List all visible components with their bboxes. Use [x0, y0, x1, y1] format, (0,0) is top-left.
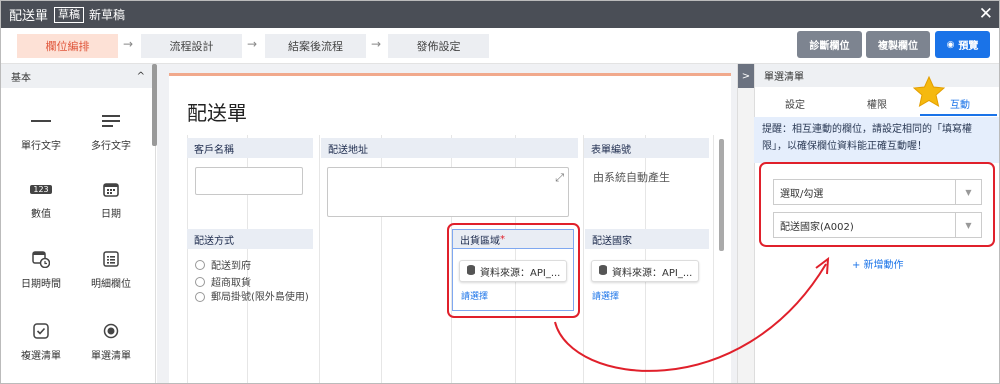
- tab-interaction[interactable]: 互動: [950, 96, 970, 111]
- step-arrow-icon: →: [123, 37, 134, 51]
- field-label-delivery-method[interactable]: 配送方式: [187, 229, 313, 249]
- highlight-box-action: [759, 162, 995, 247]
- radio-icon: [81, 321, 141, 341]
- step-publish-settings[interactable]: 發佈設定: [388, 34, 489, 58]
- widget-label: 明細欄位: [91, 279, 131, 290]
- number-icon: 123: [11, 179, 71, 199]
- widget-label: 多行文字: [91, 141, 131, 152]
- address-textarea[interactable]: ⤢: [327, 167, 569, 217]
- field-label-address[interactable]: 配送地址: [321, 138, 578, 158]
- radio-option[interactable]: 郵局掛號(限外島使用): [195, 291, 311, 305]
- radio-label: 郵局掛號(限外島使用): [211, 292, 309, 303]
- reminder-note: 提醒：相互連動的欄位，請設定相同的「填寫權限」，以確保欄位資料能正確互動喔！: [754, 117, 999, 163]
- widget-radio-list[interactable]: 單選清單: [81, 321, 141, 362]
- draft-name: 新草稿: [89, 8, 126, 22]
- panel-title: 單選清單: [755, 64, 999, 87]
- widget-checkbox-list[interactable]: 複選清單: [11, 321, 71, 362]
- app-window: 配送單 草稿 新草稿 ✕ 欄位編排 → 流程設計 → 結案後流程 → 發佈設定 …: [0, 0, 1000, 384]
- step-arrow-icon: →: [247, 37, 258, 51]
- chevron-right-icon[interactable]: >: [738, 64, 754, 88]
- grid-line: [187, 135, 188, 383]
- widget-multi-line-text[interactable]: 多行文字: [81, 111, 141, 152]
- section-title: 基本: [11, 72, 31, 84]
- radio-label: 超商取貨: [211, 278, 251, 289]
- form-number-value: 由系統自動產生: [593, 171, 670, 184]
- widget-detail-field[interactable]: 明細欄位: [81, 249, 141, 290]
- widget-label: 複選清單: [21, 351, 61, 362]
- widget-label: 數值: [31, 209, 51, 220]
- step-post-close-flow[interactable]: 結案後流程: [265, 34, 366, 58]
- step-field-layout[interactable]: 欄位編排: [17, 34, 118, 58]
- step-arrow-icon: →: [371, 37, 382, 51]
- widget-label: 日期時間: [21, 279, 61, 290]
- step-flow-design[interactable]: 流程設計: [141, 34, 242, 58]
- chevron-up-icon[interactable]: ^: [137, 71, 145, 82]
- expand-icon[interactable]: ⤢: [555, 171, 564, 185]
- datetime-icon: [11, 249, 71, 269]
- preview-button[interactable]: ◉ 預覽: [935, 31, 990, 58]
- field-label-delivery-country[interactable]: 配送國家: [585, 229, 709, 249]
- close-icon[interactable]: ✕: [979, 4, 993, 24]
- grid-line: [319, 135, 320, 383]
- radio-circle: [195, 292, 205, 302]
- widget-label: 日期: [101, 209, 121, 220]
- widget-single-line-text[interactable]: 單行文字: [11, 111, 71, 152]
- widget-number[interactable]: 123 數值: [11, 179, 71, 220]
- radio-circle: [195, 276, 205, 287]
- tab-settings[interactable]: 設定: [785, 96, 805, 111]
- field-label-customer[interactable]: 客戶名稱: [187, 138, 313, 158]
- title-bar: 配送單 草稿 新草稿 ✕: [1, 1, 999, 28]
- form-name: 配送單: [9, 9, 49, 24]
- form-title: 配送單: [187, 101, 247, 125]
- field-label-form-number[interactable]: 表單編號: [584, 138, 709, 158]
- single-line-icon: [11, 111, 71, 131]
- checkbox-icon: [11, 321, 71, 341]
- tab-permissions[interactable]: 權限: [867, 96, 887, 111]
- widget-datetime[interactable]: 日期時間: [11, 249, 71, 290]
- radio-option[interactable]: 超商取貨: [195, 274, 251, 289]
- eye-icon: ◉: [946, 39, 955, 50]
- widget-label: 單選清單: [91, 351, 131, 362]
- star-icon: [912, 75, 946, 108]
- radio-circle: [195, 259, 205, 270]
- canvas-scrollbar[interactable]: [719, 139, 724, 251]
- customer-name-input[interactable]: [195, 167, 303, 195]
- number-glyph: 123: [30, 184, 52, 194]
- detail-list-icon: [81, 249, 141, 269]
- preview-label: 預覽: [958, 41, 979, 52]
- add-action-button[interactable]: + 新增動作: [852, 256, 904, 271]
- widget-date[interactable]: 日期: [81, 179, 141, 220]
- active-tab-underline: [920, 114, 997, 116]
- calendar-icon: [81, 179, 141, 199]
- copy-field-button[interactable]: 複製欄位: [866, 31, 930, 58]
- multi-line-icon: [81, 111, 141, 131]
- draft-badge: 草稿: [54, 6, 85, 23]
- widget-label: 單行文字: [21, 141, 61, 152]
- radio-option[interactable]: 配送到府: [195, 257, 251, 272]
- widget-section-header[interactable]: 基本 ^: [1, 64, 155, 88]
- diagnose-fields-button[interactable]: 診斷欄位: [797, 31, 862, 58]
- connector-arrow: [554, 256, 830, 372]
- radio-label: 配送到府: [211, 261, 251, 272]
